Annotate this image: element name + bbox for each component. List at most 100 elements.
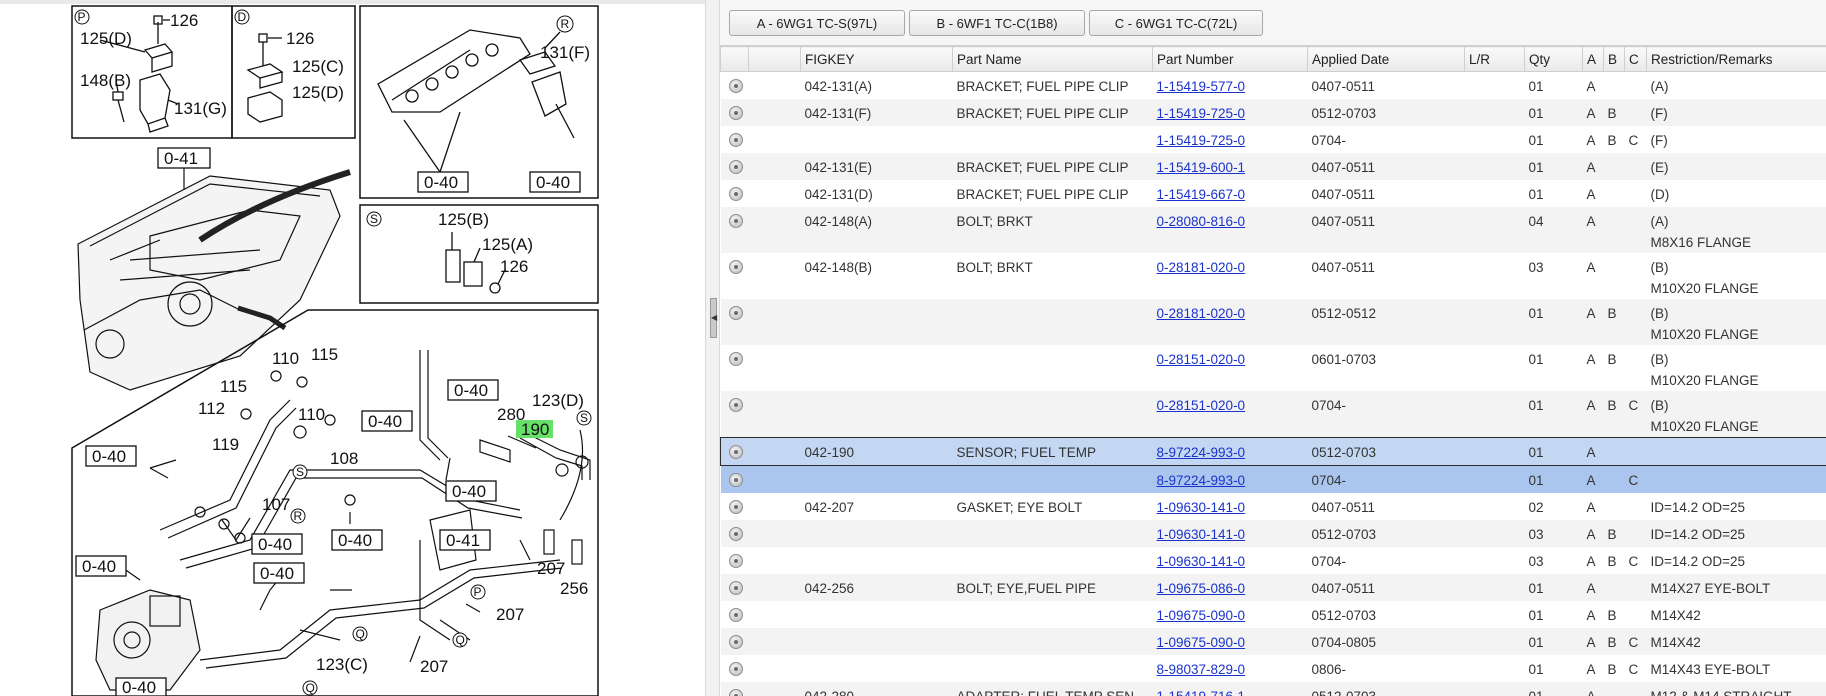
- part-number-cell[interactable]: 1-09675-090-0: [1153, 601, 1308, 628]
- part-number-cell[interactable]: 1-09630-141-0: [1153, 547, 1308, 574]
- expand-cell[interactable]: [721, 180, 749, 207]
- part-number-link[interactable]: 1-15419-577-0: [1157, 79, 1246, 94]
- part-number-cell[interactable]: 1-09675-086-0: [1152, 574, 1308, 601]
- part-number-link[interactable]: 1-09630-141-0: [1157, 554, 1246, 569]
- expand-cell[interactable]: [720, 99, 749, 126]
- col-b[interactable]: B: [1603, 46, 1625, 72]
- table-row[interactable]: 042-256 BOLT; EYE,FUEL PIPE 1-09675-086-0 0…: [720, 574, 1826, 601]
- expand-row-icon[interactable]: [728, 500, 743, 514]
- part-number-link[interactable]: 1-09675-090-0: [1157, 608, 1246, 623]
- expand-row-icon[interactable]: [728, 608, 743, 622]
- col-part-number[interactable]: Part Number: [1152, 46, 1308, 72]
- collapse-handle[interactable]: ◀: [710, 298, 717, 338]
- part-number-cell[interactable]: 8-98037-829-0: [1153, 655, 1308, 682]
- expand-cell[interactable]: [720, 207, 749, 253]
- col-figkey[interactable]: FIGKEY: [800, 46, 953, 72]
- part-number-cell[interactable]: 0-28181-020-0: [1152, 299, 1308, 345]
- expand-row-icon[interactable]: [728, 473, 743, 487]
- part-number-cell[interactable]: 1-15419-725-0: [1152, 99, 1308, 126]
- col-c[interactable]: C: [1624, 46, 1647, 72]
- part-number-cell[interactable]: 1-15419-716-1: [1152, 682, 1308, 696]
- model-tab-b[interactable]: B - 6WF1 TC-C(1B8): [909, 10, 1085, 36]
- callout-m-190[interactable]: 190: [521, 420, 549, 439]
- table-row[interactable]: 042-148(B) BOLT; BRKT 0-28181-020-0 0407-05…: [721, 253, 1826, 299]
- col-part-name[interactable]: Part Name: [952, 46, 1153, 72]
- part-number-cell[interactable]: 8-97224-993-0: [1152, 437, 1308, 466]
- part-number-link[interactable]: 8-98037-829-0: [1157, 662, 1246, 677]
- part-number-link[interactable]: 1-15419-725-0: [1157, 133, 1246, 148]
- table-row[interactable]: 042-190 SENSOR; FUEL TEMP 8-97224-993-0 051…: [720, 437, 1826, 466]
- expand-row-icon[interactable]: [728, 79, 743, 93]
- expand-cell[interactable]: [720, 574, 749, 601]
- expand-cell[interactable]: [720, 299, 749, 345]
- expand-row-icon[interactable]: [728, 260, 743, 274]
- expand-row-icon[interactable]: [728, 214, 743, 228]
- part-number-cell[interactable]: 0-28080-816-0: [1152, 207, 1308, 253]
- part-number-cell[interactable]: 1-15419-600-1: [1152, 153, 1308, 180]
- part-number-link[interactable]: 1-09630-141-0: [1157, 527, 1246, 542]
- table-row[interactable]: 042-131(E) BRACKET; FUEL PIPE CLIP 1-15419…: [720, 153, 1826, 180]
- expand-row-icon[interactable]: [728, 398, 743, 412]
- part-number-cell[interactable]: 1-09675-090-0: [1152, 628, 1308, 655]
- part-number-link[interactable]: 0-28151-020-0: [1157, 398, 1246, 413]
- table-row[interactable]: 1-09675-090-0 0512-0703 01 A B M14X42: [721, 601, 1826, 628]
- table-row[interactable]: 0-28151-020-0 0704- 01 A B C (B) M10X20 FLANGE: [720, 391, 1826, 438]
- table-row[interactable]: 042-280ADAPTER; FUEL TEMP SEN 1-15419-716…: [720, 682, 1826, 696]
- expand-cell[interactable]: [720, 682, 749, 696]
- expand-row-icon[interactable]: [728, 160, 743, 174]
- col-applied-date[interactable]: Applied Date: [1307, 46, 1465, 72]
- parts-diagram[interactable]: P 126 125(D) 148(B) 131(G) D 126 125(C) …: [0, 0, 705, 696]
- expand-row-icon[interactable]: [728, 187, 743, 201]
- table-row[interactable]: 1-09630-141-0 0704- 03 A B C ID=14.2 OD=25: [721, 547, 1826, 574]
- model-tab-c[interactable]: C - 6WG1 TC-C(72L): [1089, 10, 1263, 36]
- part-number-link[interactable]: 0-28181-020-0: [1157, 306, 1246, 321]
- expand-row-icon[interactable]: [728, 581, 743, 595]
- expand-cell[interactable]: [720, 628, 749, 655]
- part-number-link[interactable]: 1-15419-600-1: [1157, 160, 1246, 175]
- expand-cell[interactable]: [721, 547, 749, 574]
- expand-cell[interactable]: [721, 493, 749, 520]
- expand-cell[interactable]: [721, 253, 749, 299]
- table-row[interactable]: 042-207 GASKET; EYE BOLT 1-09630-141-0 0407…: [721, 493, 1826, 520]
- part-number-cell[interactable]: 1-09630-141-0: [1153, 493, 1308, 520]
- part-number-cell[interactable]: 0-28151-020-0: [1152, 391, 1308, 438]
- expand-cell[interactable]: [720, 520, 749, 547]
- part-number-link[interactable]: 8-97224-993-0: [1157, 473, 1246, 488]
- expand-row-icon[interactable]: [728, 689, 743, 696]
- part-number-link[interactable]: 0-28151-020-0: [1157, 352, 1246, 367]
- table-row[interactable]: 042-131(F) BRACKET; FUEL PIPE CLIP 1-15419…: [720, 99, 1826, 126]
- expand-cell[interactable]: [721, 345, 749, 391]
- expand-row-icon[interactable]: [728, 133, 743, 147]
- part-number-cell[interactable]: 1-15419-577-0: [1153, 72, 1308, 100]
- part-number-cell[interactable]: 1-15419-725-0: [1153, 126, 1308, 153]
- part-number-cell[interactable]: 1-15419-667-0: [1153, 180, 1308, 207]
- expand-cell[interactable]: [721, 601, 749, 628]
- table-row[interactable]: 0-28181-020-0 0512-0512 01 A B (B) M10X20 FLAN…: [720, 299, 1826, 345]
- part-number-link[interactable]: 1-09630-141-0: [1157, 500, 1246, 515]
- table-row[interactable]: 042-131(D) BRACKET; FUEL PIPE CLIP 1-15419…: [721, 180, 1826, 207]
- expand-row-icon[interactable]: [728, 635, 743, 649]
- part-number-link[interactable]: 1-09675-090-0: [1157, 635, 1246, 650]
- expand-cell[interactable]: [721, 655, 749, 682]
- part-number-link[interactable]: 0-28181-020-0: [1157, 260, 1246, 275]
- part-number-link[interactable]: 1-15419-725-0: [1157, 106, 1246, 121]
- table-row[interactable]: 1-15419-725-0 0704- 01 A B C (F): [721, 126, 1826, 153]
- col-remarks[interactable]: Restriction/Remarks: [1646, 46, 1826, 72]
- col-lr[interactable]: L/R: [1464, 46, 1525, 72]
- table-row[interactable]: 8-98037-829-0 0806- 01 A B C M14X43 EYE-BOLT: [721, 655, 1826, 682]
- expand-row-icon[interactable]: [728, 554, 743, 568]
- expand-row-icon[interactable]: [728, 527, 743, 541]
- panel-splitter[interactable]: ◀: [705, 0, 720, 696]
- table-row[interactable]: 042-148(A) BOLT; BRKT 0-28080-816-0 0407-05…: [720, 207, 1826, 253]
- part-number-cell[interactable]: 0-28181-020-0: [1153, 253, 1308, 299]
- table-row[interactable]: 1-09630-141-0 0512-0703 03 A B ID=14.2 OD=25: [720, 520, 1826, 547]
- col-a[interactable]: A: [1582, 46, 1604, 72]
- part-number-link[interactable]: 1-15419-667-0: [1157, 187, 1246, 202]
- expand-cell[interactable]: [720, 437, 749, 466]
- part-number-link[interactable]: 1-09675-086-0: [1157, 581, 1246, 596]
- part-number-link[interactable]: 8-97224-993-0: [1157, 445, 1246, 460]
- part-number-cell[interactable]: 1-09630-141-0: [1152, 520, 1308, 547]
- expand-cell[interactable]: [720, 391, 749, 438]
- table-row[interactable]: 042-131(A) BRACKET; FUEL PIPE CLIP 1-15419…: [721, 72, 1826, 100]
- expand-cell[interactable]: [721, 72, 749, 100]
